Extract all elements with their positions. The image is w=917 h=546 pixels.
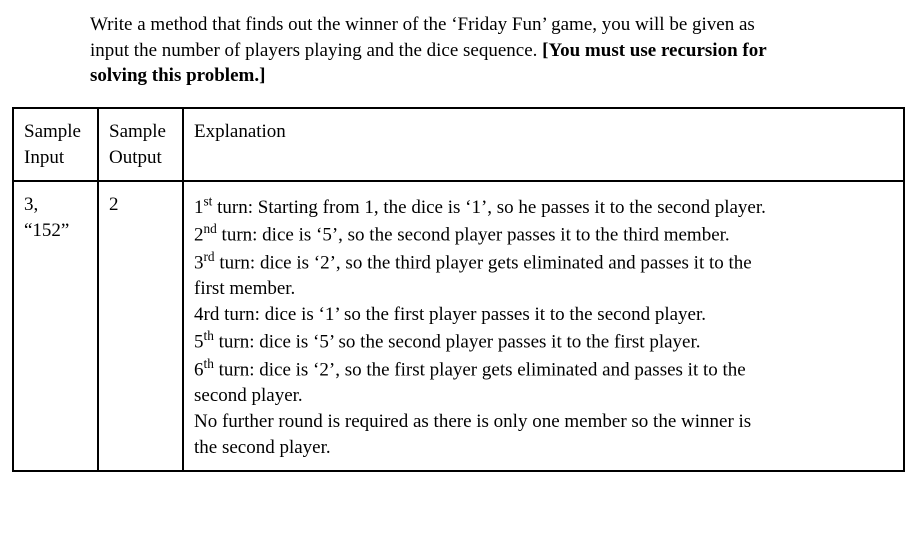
header-output-l1: Sample [109,121,166,142]
turn6-text: turn: dice is ‘2’, so the first player g… [214,360,746,381]
turn5-text: turn: dice is ‘5’ so the second player p… [214,332,701,353]
cell-sample-input: 3, “152” [13,181,98,471]
header-input-l1: Sample [24,121,81,142]
cell-explanation: 1st turn: Starting from 1, the dice is ‘… [183,181,904,471]
input-value-line2: “152” [24,220,69,241]
turn5-ord: th [204,328,214,343]
sample-table: Sample Input Sample Output Explanation 3… [12,107,905,472]
header-sample-input: Sample Input [13,108,98,181]
problem-constraint-part-2: solving this problem.] [90,65,265,86]
problem-statement: Write a method that finds out the winner… [90,12,897,89]
problem-constraint-part-1: [You must use recursion for [542,40,766,61]
turn2-text: turn: dice is ‘5’, so the second player … [217,225,730,246]
problem-line-2: input the number of players playing and … [90,40,542,61]
header-expl-text: Explanation [194,121,286,142]
problem-line-1: Write a method that finds out the winner… [90,14,755,35]
turn6-num: 6 [194,360,204,381]
turn3-cont: first member. [194,278,295,299]
turn4-text: 4rd turn: dice is ‘1’ so the first playe… [194,304,706,325]
input-value-line1: 3, [24,194,38,215]
conclusion-l2: the second player. [194,437,331,458]
table-header-row: Sample Input Sample Output Explanation [13,108,904,181]
turn5-num: 5 [194,332,204,353]
header-explanation: Explanation [183,108,904,181]
turn2-num: 2 [194,225,204,246]
output-value: 2 [109,194,119,215]
header-input-l2: Input [24,147,64,168]
header-output-l2: Output [109,147,162,168]
turn3-ord: rd [204,249,215,264]
turn1-num: 1 [194,197,204,218]
turn3-text: turn: dice is ‘2’, so the third player g… [215,252,752,273]
turn2-ord: nd [204,221,217,236]
turn6-cont: second player. [194,385,303,406]
sample-table-wrapper: Sample Input Sample Output Explanation 3… [12,107,905,472]
header-sample-output: Sample Output [98,108,183,181]
turn3-num: 3 [194,252,204,273]
cell-sample-output: 2 [98,181,183,471]
turn1-text: turn: Starting from 1, the dice is ‘1’, … [212,197,766,218]
conclusion-l1: No further round is required as there is… [194,411,751,432]
turn6-ord: th [204,356,214,371]
table-data-row: 3, “152” 2 1st turn: Starting from 1, th… [13,181,904,471]
